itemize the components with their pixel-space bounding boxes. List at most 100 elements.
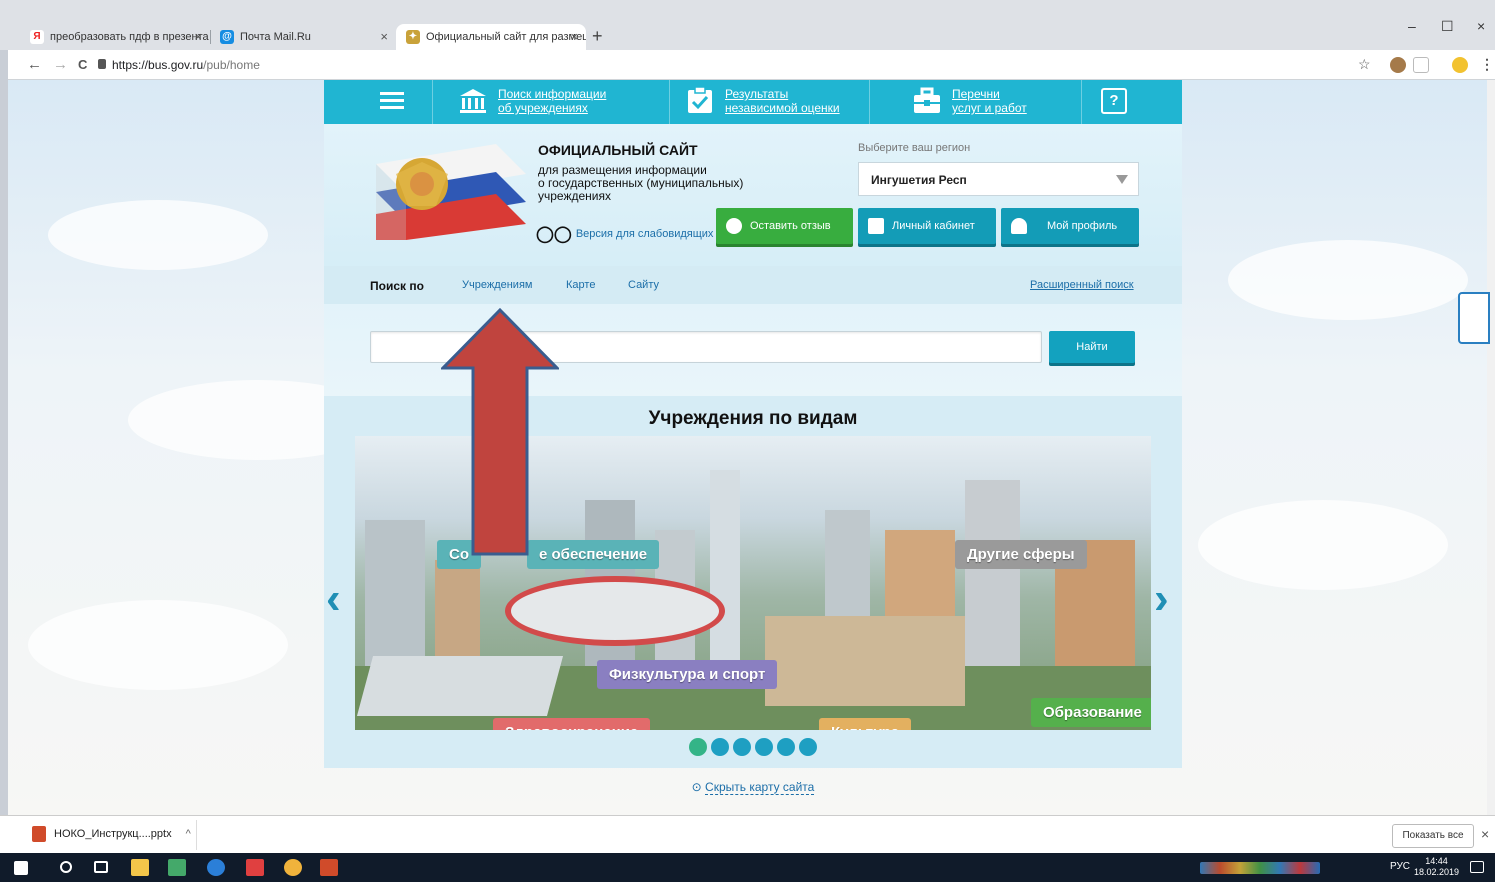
tab-busgov[interactable]: ✦ Официальный сайт для размещ × <box>396 24 586 50</box>
tab-mail[interactable]: @ Почта Mail.Ru × <box>210 24 396 50</box>
nav-search-institutions[interactable]: Поиск информации об учреждениях <box>458 87 606 115</box>
tab-title: преобразовать пдф в презента <box>50 31 209 43</box>
nav-line: Поиск информации <box>498 87 607 101</box>
low-vision-label: Версия для слабовидящих <box>575 228 714 240</box>
hide-sitemap-link[interactable]: ⊙ Скрыть карту сайта <box>324 780 1182 795</box>
site-title: ОФИЦИАЛЬНЫЙ САЙТ <box>538 142 698 158</box>
nav-line: Перечни <box>952 87 1000 101</box>
search-icon[interactable] <box>60 861 72 873</box>
clock-time: 14:44 <box>1425 856 1448 866</box>
new-tab-button[interactable]: + <box>592 26 603 47</box>
chevron-up-icon[interactable]: ^ <box>186 828 191 840</box>
carousel-dot[interactable] <box>755 738 773 756</box>
minimize-icon[interactable]: – <box>1408 18 1416 34</box>
search-by-institutions[interactable]: Учреждениям <box>462 279 532 291</box>
windows-start-icon[interactable] <box>14 861 28 875</box>
maximize-icon[interactable]: ☐ <box>1441 18 1454 35</box>
region-label: Выберите ваш регион <box>858 142 971 154</box>
tag-healthcare[interactable]: Здравоохранение <box>493 718 651 730</box>
tag-sport[interactable]: Физкультура и спорт <box>597 660 778 689</box>
taskbar-clock[interactable]: 14:44 18.02.2019 <box>1414 856 1459 878</box>
hide-sitemap-label: Скрыть карту сайта <box>705 780 815 795</box>
carousel-dot[interactable] <box>799 738 817 756</box>
dropdown-arrow-icon <box>1116 175 1128 184</box>
bookmark-star-icon[interactable]: ☆ <box>1358 56 1371 73</box>
clock-date: 18.02.2019 <box>1414 867 1460 877</box>
carousel-dot[interactable] <box>689 738 707 756</box>
red-annotation-arrow <box>441 308 559 556</box>
download-filename: НОКО_Инструкц....pptx <box>54 828 172 840</box>
store-icon[interactable] <box>168 859 186 876</box>
site-subtitle: для размещения информации о государствен… <box>538 164 778 203</box>
tab-close-icon[interactable]: × <box>194 29 202 44</box>
carousel-dot[interactable] <box>711 738 729 756</box>
tab-close-icon[interactable]: × <box>380 29 388 44</box>
speech-bubble-icon <box>726 218 742 234</box>
close-icon[interactable]: × <box>1481 826 1489 842</box>
institution-icon <box>460 89 486 113</box>
nav-line: об учреждениях <box>498 101 588 115</box>
windows-taskbar: РУС 14:44 18.02.2019 <box>0 853 1495 882</box>
tab-close-icon[interactable]: × <box>570 29 578 44</box>
advanced-search-link[interactable]: Расширенный поиск <box>1030 279 1134 291</box>
notifications-icon[interactable] <box>1470 861 1484 873</box>
language-indicator[interactable]: РУС <box>1390 861 1410 872</box>
tab-title: Почта Mail.Ru <box>240 31 311 43</box>
browser-tabbar: Я преобразовать пдф в презента × @ Почта… <box>0 0 1495 50</box>
emblem-icon: ✦ <box>406 30 420 44</box>
chrome-menu-icon[interactable]: ⋮ <box>1480 56 1494 73</box>
chrome-icon[interactable] <box>284 859 302 876</box>
file-explorer-icon[interactable] <box>131 859 149 876</box>
region-value: Ингушетия Респ <box>871 173 967 187</box>
tab-yandex[interactable]: Я преобразовать пдф в презента × <box>20 24 210 50</box>
extension-icon[interactable] <box>1390 57 1406 73</box>
task-view-icon[interactable] <box>94 861 108 873</box>
subtitle-line: учреждениях <box>538 189 611 203</box>
search-by-label: Поиск по <box>370 279 424 293</box>
system-tray-icons[interactable] <box>1200 862 1320 874</box>
search-by-map[interactable]: Карте <box>566 279 595 291</box>
hamburger-menu-icon[interactable] <box>380 92 404 110</box>
nav-line: независимой оценки <box>725 101 840 115</box>
tag-other-spheres[interactable]: Другие сферы <box>955 540 1087 569</box>
reload-icon[interactable]: C <box>78 57 87 72</box>
search-by-bar: Поиск по Учреждениям Карте Сайту Расшире… <box>324 266 1182 304</box>
carousel-dot[interactable] <box>777 738 795 756</box>
desktop-edge <box>0 50 8 850</box>
feedback-label: Оставить отзыв <box>750 220 831 232</box>
cabinet-label: Личный кабинет <box>892 220 975 232</box>
download-item[interactable]: НОКО_Инструкц....pptx ^ <box>32 826 191 842</box>
search-by-site[interactable]: Сайту <box>628 279 659 291</box>
search-button[interactable]: Найти <box>1049 331 1135 363</box>
forward-icon[interactable]: → <box>53 56 68 73</box>
extension-search-icon[interactable] <box>1413 57 1429 73</box>
help-icon[interactable]: ? <box>1101 88 1127 114</box>
url-field[interactable]: https://bus.gov.ru/pub/home <box>112 58 260 72</box>
edge-icon[interactable] <box>207 859 225 876</box>
low-vision-link[interactable]: ◯◯ Версия для слабовидящих <box>536 224 713 244</box>
powerpoint-icon[interactable] <box>320 859 338 876</box>
carousel-next-icon[interactable]: › <box>1154 574 1169 624</box>
show-all-button[interactable]: Показать все <box>1392 824 1474 848</box>
profile-avatar[interactable] <box>1452 57 1468 73</box>
carousel-prev-icon[interactable]: ‹ <box>326 574 341 624</box>
back-icon[interactable]: ← <box>27 56 42 73</box>
checklist-icon <box>688 87 712 113</box>
personal-cabinet-button[interactable]: Личный кабинет <box>858 208 996 244</box>
yandex-browser-icon[interactable] <box>246 859 264 876</box>
nav-divider <box>869 80 870 124</box>
carousel-dot[interactable] <box>733 738 751 756</box>
close-window-icon[interactable]: × <box>1477 18 1485 34</box>
url-path: /pub/home <box>203 58 260 72</box>
side-feedback-widget[interactable] <box>1458 292 1490 344</box>
download-bar: НОКО_Инструкц....pptx ^ Показать все × <box>0 815 1495 853</box>
tag-culture[interactable]: Культура <box>819 718 912 730</box>
my-profile-button[interactable]: Мой профиль <box>1001 208 1139 244</box>
nav-service-lists[interactable]: Перечни услуг и работ <box>912 87 1027 115</box>
feedback-button[interactable]: Оставить отзыв <box>716 208 853 244</box>
page-scrollbar[interactable] <box>1487 80 1495 815</box>
region-select[interactable]: Ингушетия Респ <box>858 162 1139 196</box>
tag-education[interactable]: Образование <box>1031 698 1151 727</box>
mail-icon: @ <box>220 30 234 44</box>
nav-independent-evaluation[interactable]: Результаты независимой оценки <box>685 87 840 115</box>
